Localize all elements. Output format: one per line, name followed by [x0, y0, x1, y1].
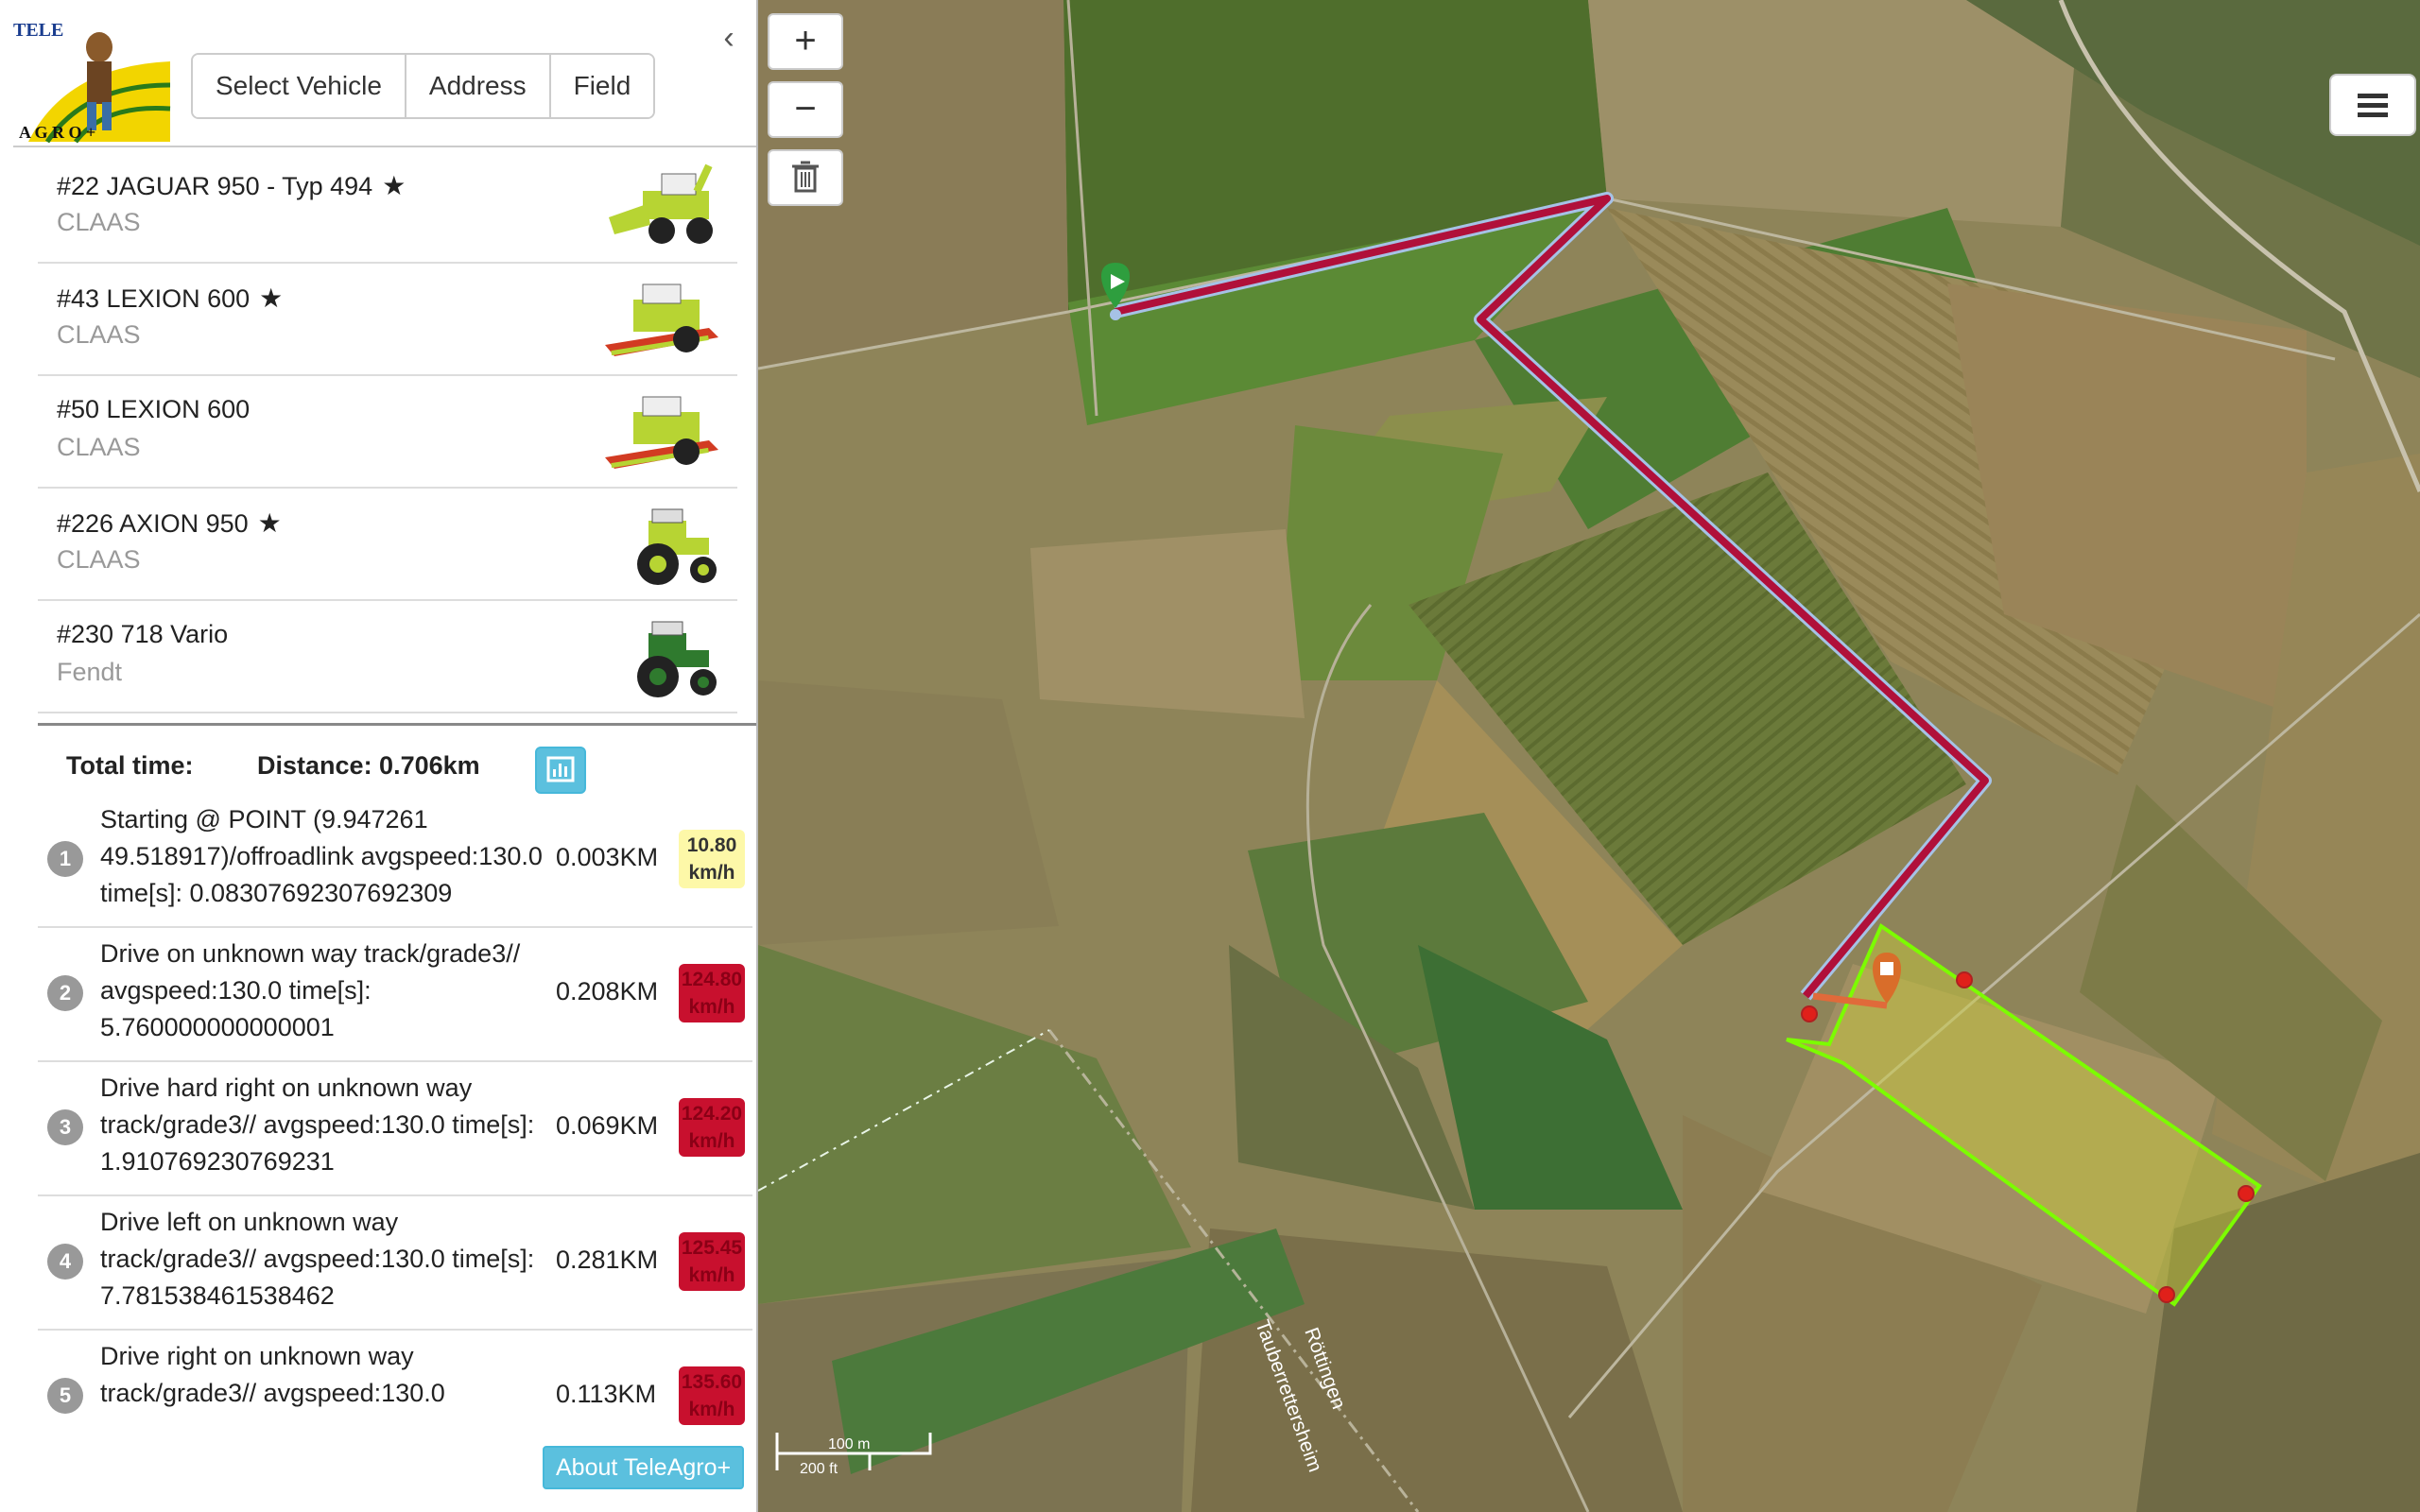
collapse-sidebar-icon[interactable]: ‹ [715, 21, 743, 55]
vehicle-row[interactable]: #22 JAGUAR 950 - Typ 494 ★ CLAAS [38, 151, 737, 264]
route-summary: Total time: Distance: 0.706km [66, 751, 537, 781]
vehicle-row[interactable]: #43 LEXION 600 ★ CLAAS [38, 264, 737, 376]
vehicle-name-text: #50 LEXION 600 [57, 395, 251, 423]
satellite-map[interactable]: Röttingen Tauberrettersheim [758, 0, 2420, 1512]
about-button[interactable]: About TeleAgro+ [543, 1446, 745, 1489]
trash-icon[interactable] [768, 149, 843, 206]
step-speed-unit: km/h [688, 862, 735, 884]
step-distance: 0.208KM [556, 977, 659, 1005]
zoom-out-button[interactable]: − [768, 81, 843, 138]
step-number-badge: 5 [47, 1378, 83, 1414]
vehicle-name-text: #22 JAGUAR 950 - Typ 494 [57, 172, 373, 200]
star-icon[interactable]: ★ [258, 508, 282, 538]
field-button[interactable]: Field [550, 55, 654, 117]
scale-bar: 100 m 200 ft [775, 1429, 945, 1486]
vehicle-row[interactable]: #50 LEXION 600 CLAAS [38, 376, 737, 489]
route-step[interactable]: 4 Drive left on unknown way track/grade3/… [38, 1196, 752, 1331]
tractor-icon [637, 621, 717, 697]
divider [38, 723, 756, 726]
sidebar: TELE A G R O + ‹ Select Vehicle Address … [0, 0, 758, 1512]
step-distance: 0.113KM [556, 1380, 657, 1408]
step-speed-unit: km/h [688, 996, 735, 1018]
vehicle-name: #226 AXION 950 ★ [57, 507, 282, 539]
chart-icon[interactable] [535, 747, 586, 794]
route-step[interactable]: 3 Drive hard right on unknown way track/g… [38, 1062, 752, 1196]
step-speed-badge: 135.60 km/h [679, 1366, 745, 1425]
step-speed-badge: 124.80 km/h [679, 964, 745, 1022]
vehicle-name: #50 LEXION 600 [57, 395, 250, 424]
step-number-badge: 1 [47, 841, 83, 877]
scale-meters: 100 m [828, 1436, 871, 1452]
step-distance: 0.069KM [556, 1111, 659, 1140]
menu-icon[interactable] [2329, 74, 2416, 136]
route-step[interactable]: 2 Drive on unknown way track/grade3// avg… [38, 928, 752, 1062]
total-time-label: Total time: [66, 751, 194, 780]
address-button[interactable]: Address [406, 55, 551, 117]
step-distance: 0.281KM [556, 1246, 659, 1274]
route-step[interactable]: 5 Drive right on unknown way track/grade3… [38, 1331, 752, 1436]
step-speed-value: 125.45 [681, 1237, 743, 1259]
step-speed-value: 124.20 [681, 1103, 743, 1125]
vehicle-brand: CLAAS [57, 208, 141, 236]
vehicle-brand: Fendt [57, 658, 123, 686]
select-vehicle-button[interactable]: Select Vehicle [193, 55, 406, 117]
vehicle-brand: CLAAS [57, 320, 141, 349]
zoom-in-button[interactable]: + [768, 13, 843, 70]
step-speed-value: 124.80 [681, 969, 743, 990]
step-speed-badge: 125.45 km/h [679, 1232, 745, 1291]
step-instruction: Starting @ POINT (9.947261 49.518917)/of… [100, 805, 543, 907]
step-speed-value: 135.60 [681, 1371, 743, 1393]
search-mode-buttons: Select Vehicle Address Field [191, 53, 656, 119]
step-speed-badge: 124.20 km/h [679, 1098, 745, 1157]
vehicle-brand: CLAAS [57, 545, 141, 574]
vehicle-name-text: #230 718 Vario [57, 620, 229, 648]
route-steps-list: 1 Starting @ POINT (9.947261 49.518917)/o… [38, 794, 752, 1436]
vehicle-name: #230 718 Vario [57, 620, 228, 649]
step-instruction: Drive right on unknown way track/grade3/… [100, 1342, 445, 1407]
vehicle-name-text: #226 AXION 950 [57, 509, 249, 538]
step-distance: 0.003KM [556, 843, 659, 871]
vehicle-list: #22 JAGUAR 950 - Typ 494 ★ CLAAS #43 LEXION… [38, 151, 737, 723]
combine-harvester-icon [605, 284, 718, 356]
distance-label: Distance: 0.706km [257, 751, 480, 780]
divider [13, 146, 756, 147]
step-speed-unit: km/h [688, 1130, 735, 1152]
step-speed-badge: 10.80 km/h [679, 830, 745, 888]
vehicle-row[interactable]: #230 718 Vario Fendt [38, 601, 737, 713]
star-icon[interactable]: ★ [382, 171, 406, 200]
vehicle-brand: CLAAS [57, 433, 141, 461]
route-step[interactable]: 1 Starting @ POINT (9.947261 49.518917)/o… [38, 794, 752, 928]
tractor-icon [637, 508, 717, 585]
step-speed-value: 10.80 [686, 834, 737, 856]
step-number-badge: 4 [47, 1244, 83, 1280]
step-instruction: Drive hard right on unknown way track/gr… [100, 1074, 535, 1176]
logo-text-agro: A G R O + [19, 123, 95, 142]
app-root: TELE A G R O + ‹ Select Vehicle Address … [0, 0, 2420, 1512]
vehicle-row[interactable]: #226 AXION 950 ★ CLAAS [38, 489, 737, 601]
step-number-badge: 2 [47, 975, 83, 1011]
logo-text-tele: TELE [13, 20, 63, 41]
combine-harvester-icon [605, 396, 718, 469]
step-instruction: Drive on unknown way track/grade3// avgs… [100, 939, 521, 1041]
map-canvas[interactable]: Röttingen Tauberrettersheim [758, 0, 2420, 1512]
scale-feet: 200 ft [800, 1461, 838, 1477]
vehicle-name: #22 JAGUAR 950 - Typ 494 ★ [57, 170, 406, 201]
step-speed-unit: km/h [688, 1264, 735, 1286]
teleagro-logo: TELE A G R O + [9, 9, 172, 144]
forage-harvester-icon [609, 163, 713, 244]
step-speed-unit: km/h [688, 1399, 735, 1420]
step-instruction: Drive left on unknown way track/grade3//… [100, 1208, 535, 1310]
vehicle-name-text: #43 LEXION 600 [57, 284, 251, 313]
step-number-badge: 3 [47, 1109, 83, 1145]
vehicle-name: #43 LEXION 600 ★ [57, 283, 283, 314]
star-icon[interactable]: ★ [259, 284, 283, 313]
